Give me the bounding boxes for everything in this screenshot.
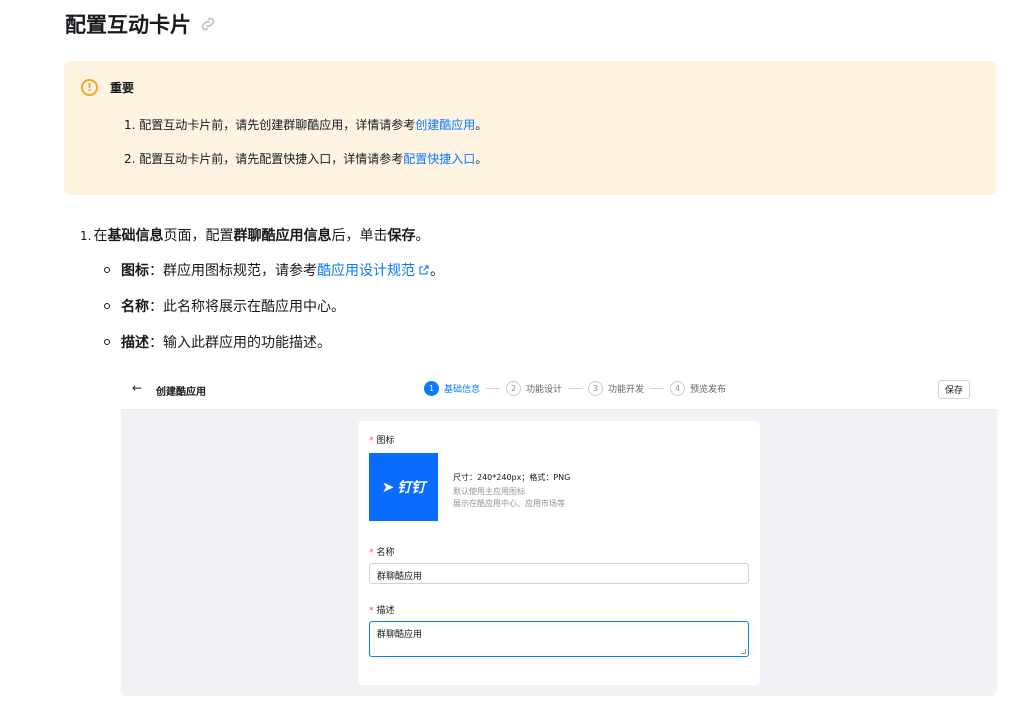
step-instruction: 1. 在基础信息页面，配置群聊酷应用信息后，单击保存。	[80, 228, 430, 244]
page-title: 配置互动卡片	[65, 9, 217, 39]
notice-item: 2. 配置互动卡片前，请先配置快捷入口，详情请参考配置快捷入口。	[124, 152, 488, 166]
step-circle-1[interactable]: 1	[424, 381, 439, 396]
step-separator	[568, 388, 583, 389]
embedded-screenshot: ← 创建酷应用 1 基础信息 2 功能设计 3 功能开发 4 预览发布 保存 *…	[121, 370, 997, 696]
screenshot-title: 创建酷应用	[156, 387, 206, 398]
step-circle-4[interactable]: 4	[670, 381, 686, 396]
description-field-label: * 描述	[369, 606, 395, 616]
bullet-dot	[104, 267, 110, 273]
icon-default-hint: 默认使用主应用图标	[453, 487, 525, 496]
icon-display-hint: 展示在酷应用中心、应用市场等	[453, 499, 565, 508]
step-circle-3[interactable]: 3	[588, 381, 604, 396]
screenshot-header: ← 创建酷应用 1 基础信息 2 功能设计 3 功能开发 4 预览发布 保存	[121, 370, 997, 410]
create-app-link[interactable]: 创建酷应用	[415, 118, 475, 132]
step-separator	[650, 388, 665, 389]
design-spec-link[interactable]: 酷应用设计规范	[317, 260, 430, 280]
configure-shortcut-link[interactable]: 配置快捷入口	[403, 152, 475, 166]
bullet-icon-spec: 图标 ：群应用图标规范，请参考 酷应用设计规范。	[104, 260, 444, 280]
step-label-preview-publish[interactable]: 预览发布	[690, 382, 726, 395]
bullet-dot	[104, 339, 110, 345]
save-button[interactable]: 保存	[938, 380, 970, 399]
important-notice: ! 重要 1. 配置互动卡片前，请先创建群聊酷应用，详情请参考创建酷应用。 2.…	[64, 61, 997, 195]
back-arrow-icon[interactable]: ←	[132, 381, 142, 395]
step-separator	[486, 388, 501, 389]
name-field-label: * 名称	[369, 548, 395, 558]
step-label-basic-info[interactable]: 基础信息	[444, 382, 480, 395]
page-title-text: 配置互动卡片	[65, 13, 191, 37]
icon-size-hint: 尺寸：240*240px；格式：PNG	[453, 473, 571, 482]
icon-field-label: * 图标	[369, 436, 395, 446]
wizard-steps: 1 基础信息 2 功能设计 3 功能开发 4 预览发布	[424, 381, 726, 396]
link-icon[interactable]	[199, 15, 217, 33]
resize-handle-icon[interactable]	[741, 649, 746, 654]
dingtalk-logo-icon: ➤	[381, 478, 395, 496]
external-link-icon	[419, 265, 429, 275]
notice-header: ! 重要	[81, 79, 134, 96]
bullet-dot	[104, 303, 110, 309]
step-label-function-dev[interactable]: 功能开发	[608, 382, 644, 395]
basic-info-form: * 图标 ➤ 钉钉 尺寸：240*240px；格式：PNG 默认使用主应用图标 展示…	[358, 421, 760, 685]
notice-title: 重要	[110, 81, 135, 95]
description-textarea[interactable]: 群聊酷应用	[369, 621, 749, 657]
notice-item: 1. 配置互动卡片前，请先创建群聊酷应用，详情请参考创建酷应用。	[124, 118, 488, 132]
app-icon-upload[interactable]: ➤ 钉钉	[369, 453, 438, 521]
name-input[interactable]: 群聊酷应用	[369, 563, 749, 584]
bullet-name: 名称 ：此名称将展示在酷应用中心。	[104, 296, 345, 316]
warning-icon: !	[81, 79, 98, 96]
bullet-description: 描述 ：输入此群应用的功能描述。	[104, 332, 331, 352]
step-circle-2[interactable]: 2	[506, 381, 522, 396]
step-label-function-design[interactable]: 功能设计	[526, 382, 562, 395]
